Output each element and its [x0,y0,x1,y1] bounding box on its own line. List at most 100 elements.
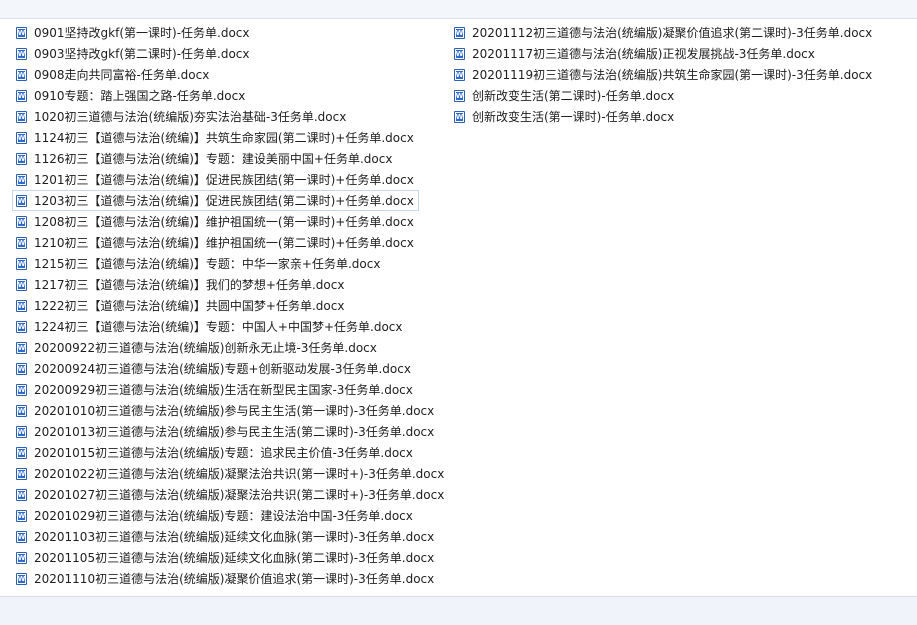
file-item[interactable]: 1222初三【道德与法治(统编)】共圆中国梦+任务单.docx [12,295,349,316]
file-name: 1020初三道德与法治(统编版)夯实法治基础-3任务单.docx [34,110,347,124]
word-document-icon [16,132,27,144]
word-document-icon [16,216,27,228]
file-name: 1222初三【道德与法治(统编)】共圆中国梦+任务单.docx [34,299,345,313]
file-name: 20201027初三道德与法治(统编版)凝聚法治共识(第二课时+)-3任务单.d… [34,488,445,502]
file-name: 20201105初三道德与法治(统编版)延续文化血脉(第二课时)-3任务单.do… [34,551,435,565]
file-item[interactable]: 20200929初三道德与法治(统编版)生活在新型民主国家-3任务单.docx [12,379,418,400]
file-item[interactable]: 0908走向共同富裕-任务单.docx [12,64,214,85]
file-item[interactable]: 20201015初三道德与法治(统编版)专题：追求民主价值-3任务单.docx [12,442,418,463]
file-name: 创新改变生活(第一课时)-任务单.docx [472,110,675,124]
file-item[interactable]: 20201117初三道德与法治(统编版)正视发展挑战-3任务单.docx [450,43,820,64]
word-document-icon [16,90,27,102]
file-item[interactable]: 20200924初三道德与法治(统编版)专题+创新驱动发展-3任务单.docx [12,358,416,379]
file-name: 1203初三【道德与法治(统编)】促进民族团结(第二课时)+任务单.docx [34,194,414,208]
word-document-icon [16,258,27,270]
word-document-icon [16,69,27,81]
file-name: 1217初三【道德与法治(统编)】我们的梦想+任务单.docx [34,278,345,292]
word-document-icon [16,48,27,60]
file-name: 1126初三【道德与法治(统编)】专题：建设美丽中国+任务单.docx [34,152,393,166]
file-name: 创新改变生活(第二课时)-任务单.docx [472,89,675,103]
file-name: 20201103初三道德与法治(统编版)延续文化血脉(第一课时)-3任务单.do… [34,530,435,544]
file-name: 0910专题：踏上强国之路-任务单.docx [34,89,246,103]
file-list-column-1: 0901坚持改gkf(第一课时)-任务单.docx 0903坚持改gkf(第二课时… [12,22,444,589]
word-document-icon [16,531,27,543]
word-document-icon [16,468,27,480]
word-document-icon [16,405,27,417]
word-document-icon [454,27,465,39]
file-name: 20200924初三道德与法治(统编版)专题+创新驱动发展-3任务单.docx [34,362,411,376]
file-name: 20200922初三道德与法治(统编版)创新永无止境-3任务单.docx [34,341,377,355]
word-document-icon [16,363,27,375]
file-name: 1208初三【道德与法治(统编)】维护祖国统一(第一课时)+任务单.docx [34,215,414,229]
word-document-icon [454,69,465,81]
file-name: 1210初三【道德与法治(统编)】维护祖国统一(第二课时)+任务单.docx [34,236,414,250]
word-document-icon [16,174,27,186]
file-name: 20201022初三道德与法治(统编版)凝聚法治共识(第一课时+)-3任务单.d… [34,467,445,481]
status-bar [0,596,917,625]
word-document-icon [16,111,27,123]
file-name: 0908走向共同富裕-任务单.docx [34,68,210,82]
word-document-icon [16,153,27,165]
file-item[interactable]: 20201029初三道德与法治(统编版)专题：建设法治中国-3任务单.docx [12,505,418,526]
file-name: 20201119初三道德与法治(统编版)共筑生命家园(第一课时)-3任务单.do… [472,68,873,82]
file-item[interactable]: 1224初三【道德与法治(统编)】专题：中国人+中国梦+任务单.docx [12,316,408,337]
file-name: 20201015初三道德与法治(统编版)专题：追求民主价值-3任务单.docx [34,446,413,460]
file-item[interactable]: 1217初三【道德与法治(统编)】我们的梦想+任务单.docx [12,274,349,295]
file-item[interactable]: 20201112初三道德与法治(统编版)凝聚价值追求(第二课时)-3任务单.do… [450,22,877,43]
word-document-icon [16,237,27,249]
file-name: 0903坚持改gkf(第二课时)-任务单.docx [34,47,250,61]
word-document-icon [454,111,465,123]
word-document-icon [16,552,27,564]
file-item[interactable]: 20201013初三道德与法治(统编版)参与民主生活(第二课时)-3任务单.do… [12,421,439,442]
file-item[interactable]: 20201105初三道德与法治(统编版)延续文化血脉(第二课时)-3任务单.do… [12,547,439,568]
file-item[interactable]: 1215初三【道德与法治(统编)】专题：中华一家亲+任务单.docx [12,253,385,274]
word-document-icon [16,342,27,354]
file-name: 20201112初三道德与法治(统编版)凝聚价值追求(第二课时)-3任务单.do… [472,26,873,40]
file-item[interactable]: 20201022初三道德与法治(统编版)凝聚法治共识(第一课时+)-3任务单.d… [12,463,449,484]
word-document-icon [16,195,27,207]
window-top-strip [0,0,917,19]
file-item[interactable]: 1020初三道德与法治(统编版)夯实法治基础-3任务单.docx [12,106,351,127]
word-document-icon [16,573,27,585]
file-item[interactable]: 20200922初三道德与法治(统编版)创新永无止境-3任务单.docx [12,337,382,358]
file-name: 1224初三【道德与法治(统编)】专题：中国人+中国梦+任务单.docx [34,320,403,334]
word-document-icon [454,90,465,102]
word-document-icon [16,279,27,291]
file-name: 1124初三【道德与法治(统编)】共筑生命家园(第二课时)+任务单.docx [34,131,414,145]
file-item[interactable]: 0901坚持改gkf(第一课时)-任务单.docx [12,22,255,43]
file-name: 20201117初三道德与法治(统编版)正视发展挑战-3任务单.docx [472,47,815,61]
file-item[interactable]: 1210初三【道德与法治(统编)】维护祖国统一(第二课时)+任务单.docx [12,232,419,253]
file-item[interactable]: 0903坚持改gkf(第二课时)-任务单.docx [12,43,255,64]
file-name: 20200929初三道德与法治(统编版)生活在新型民主国家-3任务单.docx [34,383,413,397]
file-item[interactable]: 20201103初三道德与法治(统编版)延续文化血脉(第一课时)-3任务单.do… [12,526,439,547]
file-name: 0901坚持改gkf(第一课时)-任务单.docx [34,26,250,40]
word-document-icon [16,510,27,522]
file-name: 1215初三【道德与法治(统编)】专题：中华一家亲+任务单.docx [34,257,381,271]
file-name: 1201初三【道德与法治(统编)】促进民族团结(第一课时)+任务单.docx [34,173,414,187]
file-name: 20201029初三道德与法治(统编版)专题：建设法治中国-3任务单.docx [34,509,413,523]
file-item[interactable]: 1126初三【道德与法治(统编)】专题：建设美丽中国+任务单.docx [12,148,397,169]
word-document-icon [16,489,27,501]
file-item[interactable]: 创新改变生活(第二课时)-任务单.docx [450,85,679,106]
file-name: 20201013初三道德与法治(统编版)参与民主生活(第二课时)-3任务单.do… [34,425,435,439]
file-name: 20201110初三道德与法治(统编版)凝聚价值追求(第一课时)-3任务单.do… [34,572,435,586]
word-document-icon [16,426,27,438]
file-item[interactable]: 1124初三【道德与法治(统编)】共筑生命家园(第二课时)+任务单.docx [12,127,419,148]
word-document-icon [16,384,27,396]
file-list-view[interactable]: 0901坚持改gkf(第一课时)-任务单.docx 0903坚持改gkf(第二课时… [0,22,917,594]
file-item[interactable]: 20201010初三道德与法治(统编版)参与民主生活(第一课时)-3任务单.do… [12,400,439,421]
file-item[interactable]: 20201027初三道德与法治(统编版)凝聚法治共识(第二课时+)-3任务单.d… [12,484,449,505]
file-name: 20201010初三道德与法治(统编版)参与民主生活(第一课时)-3任务单.do… [34,404,435,418]
file-item[interactable]: 1203初三【道德与法治(统编)】促进民族团结(第二课时)+任务单.docx [12,190,419,211]
file-item[interactable]: 20201110初三道德与法治(统编版)凝聚价值追求(第一课时)-3任务单.do… [12,568,439,589]
file-item[interactable]: 创新改变生活(第一课时)-任务单.docx [450,106,679,127]
word-document-icon [16,447,27,459]
file-item[interactable]: 1201初三【道德与法治(统编)】促进民族团结(第一课时)+任务单.docx [12,169,419,190]
word-document-icon [454,48,465,60]
file-item[interactable]: 1208初三【道德与法治(统编)】维护祖国统一(第一课时)+任务单.docx [12,211,419,232]
file-item[interactable]: 0910专题：踏上强国之路-任务单.docx [12,85,250,106]
word-document-icon [16,321,27,333]
file-item[interactable]: 20201119初三道德与法治(统编版)共筑生命家园(第一课时)-3任务单.do… [450,64,877,85]
file-list-column-2: 20201112初三道德与法治(统编版)凝聚价值追求(第二课时)-3任务单.do… [450,22,910,127]
word-document-icon [16,300,27,312]
